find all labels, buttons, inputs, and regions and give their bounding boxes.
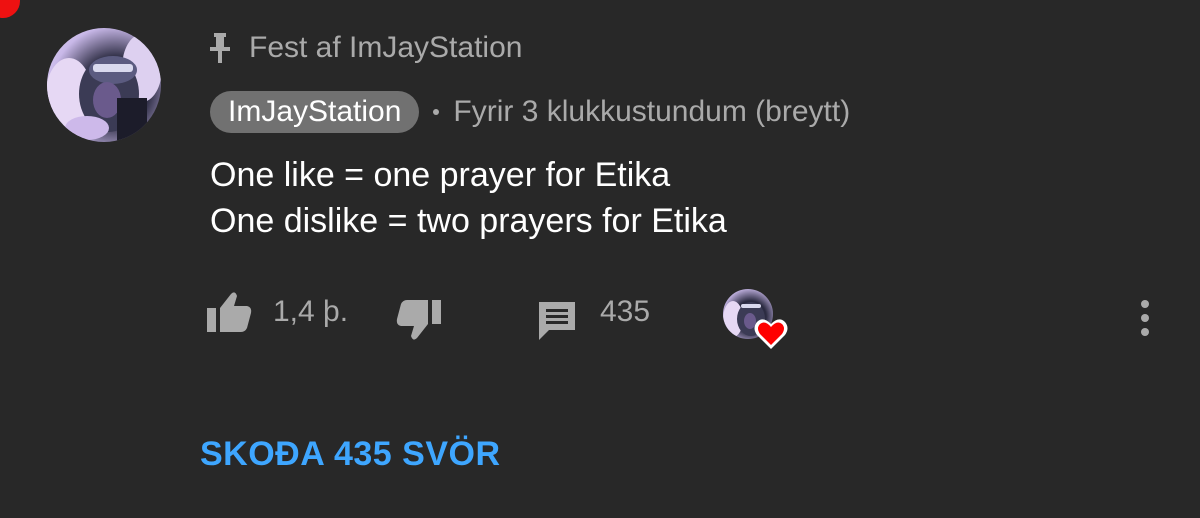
pin-icon (210, 33, 230, 63)
thumb-down-icon (396, 300, 441, 340)
comment-actions: 1,4 þ. 435 (205, 287, 1185, 349)
author-avatar[interactable] (47, 28, 161, 142)
comment-header: ImJayStation Fyrir 3 klukkustundum (brey… (210, 91, 850, 133)
comment-page: Fest af ImJayStation ImJayStation Fyrir … (0, 0, 1200, 518)
pinned-label: Fest af ImJayStation (205, 28, 522, 68)
thumb-up-icon (207, 292, 252, 332)
view-replies-link[interactable]: SKOÐA 435 SVÖR (200, 435, 501, 474)
comment-line: One dislike = two prayers for Etika (210, 202, 727, 240)
comment-meta: Fyrir 3 klukkustundum (breytt) (433, 95, 850, 129)
like-button[interactable] (205, 287, 253, 337)
dislike-button[interactable] (395, 295, 443, 345)
heart-icon (754, 319, 788, 349)
comment-body: One like = one prayer for Etika One disl… (210, 152, 727, 244)
like-count: 1,4 þ. (273, 295, 349, 328)
reply-count: 435 (600, 295, 651, 328)
more-vert-icon (1141, 300, 1149, 336)
notification-badge (0, 0, 20, 18)
author-name-chip[interactable]: ImJayStation (210, 91, 420, 133)
reply-button[interactable] (535, 295, 579, 345)
more-options-button[interactable] (1135, 293, 1155, 343)
pinned-text: Fest af ImJayStation (249, 31, 523, 64)
comment-timestamp: Fyrir 3 klukkustundum (breytt) (453, 95, 851, 128)
comment-icon (539, 302, 575, 340)
comment-line: One like = one prayer for Etika (210, 156, 671, 194)
separator-dot (433, 109, 440, 115)
